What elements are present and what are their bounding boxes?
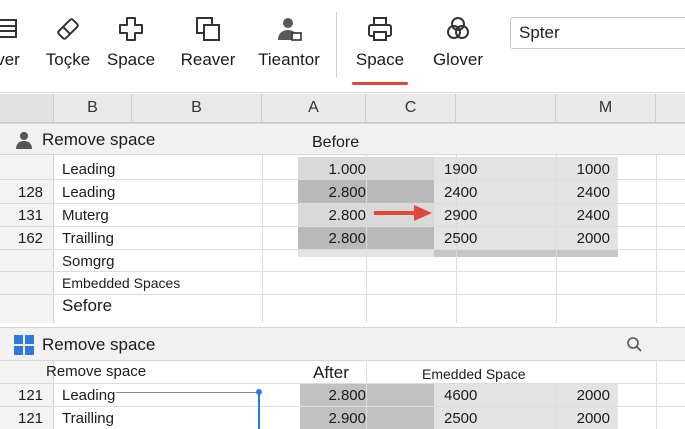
- ribbon-button-space[interactable]: Space: [104, 14, 158, 78]
- select-all-corner[interactable]: [0, 94, 54, 122]
- column-header-a[interactable]: A: [262, 94, 366, 122]
- row-number: 162: [18, 230, 44, 247]
- row-number: 121: [18, 410, 44, 427]
- grid-line: [0, 179, 685, 180]
- cell-c[interactable]: 2900: [444, 207, 477, 224]
- ribbon-button-ver[interactable]: ver: [0, 14, 30, 78]
- cell-a[interactable]: 2.800: [300, 387, 366, 404]
- grid-line: [366, 155, 367, 323]
- after-label: After: [313, 363, 349, 382]
- ribbon-separator: [336, 12, 337, 78]
- row-label[interactable]: Leading: [62, 184, 115, 201]
- grid-line: [0, 226, 685, 227]
- shade-block: [434, 249, 618, 257]
- printer-icon: [365, 14, 395, 44]
- section-bar-remove-space-2: Remove space: [0, 327, 685, 361]
- ribbon-button-space-active[interactable]: Space: [352, 14, 408, 78]
- grid-line: [0, 271, 685, 272]
- grid-line: [0, 383, 685, 384]
- subtitle: Remove space: [46, 363, 147, 380]
- embedded-label: Emedded Space: [422, 366, 526, 382]
- text-cell[interactable]: Somgrg: [62, 253, 115, 270]
- user-icon: [14, 131, 34, 154]
- eraser-icon: [53, 14, 83, 44]
- column-header-row: B B A C M: [0, 94, 685, 123]
- cell-a[interactable]: 2.800: [298, 230, 366, 247]
- column-header-extra[interactable]: [656, 94, 685, 122]
- text-cell[interactable]: Embedded Spaces: [62, 275, 180, 291]
- grid-line: [366, 361, 367, 429]
- grid-line: [262, 155, 263, 323]
- connector-line-vertical: [258, 392, 260, 429]
- column-header-c[interactable]: C: [366, 94, 456, 122]
- cell-a[interactable]: 2.800: [298, 184, 366, 201]
- before-label: Before: [312, 134, 360, 151]
- section-title: Remove space: [42, 130, 156, 149]
- cell-a[interactable]: 2.900: [300, 410, 366, 427]
- ribbon-button-tieantor[interactable]: Tieantor: [254, 14, 324, 78]
- column-header-b2[interactable]: B: [132, 94, 262, 122]
- cell-m[interactable]: 2000: [556, 387, 610, 404]
- grid-line: [0, 294, 685, 295]
- column-header-m[interactable]: M: [556, 94, 656, 122]
- windows-icon: [14, 335, 34, 360]
- cell-c[interactable]: 2400: [444, 184, 477, 201]
- row-label[interactable]: Leading: [62, 387, 115, 404]
- cell-c[interactable]: 2500: [444, 410, 477, 427]
- grid-line: [0, 249, 685, 250]
- section-bar-remove-space: Remove space Before: [0, 123, 685, 155]
- ribbon-button-tocke[interactable]: Toçke: [44, 14, 92, 78]
- cell-a[interactable]: 2.800: [298, 207, 366, 224]
- cell-a[interactable]: 1.000: [298, 161, 366, 178]
- cell-m[interactable]: 2400: [556, 184, 610, 201]
- grid-line: [656, 155, 657, 323]
- ribbon-button-reaver[interactable]: Reaver: [178, 14, 238, 78]
- ribbon-button-glover[interactable]: Glover: [428, 14, 488, 78]
- row-label[interactable]: Leading: [62, 161, 115, 178]
- search-icon[interactable]: [626, 336, 642, 357]
- active-tab-indicator: [352, 82, 408, 85]
- text-cell[interactable]: Sefore: [62, 296, 112, 316]
- copy-window-icon: [193, 14, 223, 44]
- row-number: 121: [18, 387, 44, 404]
- grid-section-2: Remove space After Emedded Space 121 Lea…: [0, 361, 685, 429]
- row-label[interactable]: Trailling: [62, 230, 114, 247]
- cell-m[interactable]: 2000: [556, 230, 610, 247]
- row-number: 131: [18, 207, 44, 224]
- table-icon: [0, 14, 21, 44]
- column-header-b1[interactable]: B: [54, 94, 132, 122]
- cell-m[interactable]: 2400: [556, 207, 610, 224]
- connector-line: [116, 392, 260, 393]
- column-header-blank[interactable]: [456, 94, 556, 122]
- section-title: Remove space: [42, 335, 156, 354]
- right-arrow-icon: [374, 205, 432, 226]
- row-number: 128: [18, 184, 44, 201]
- cell-c[interactable]: 1900: [444, 161, 477, 178]
- cell-c[interactable]: 4600: [444, 387, 477, 404]
- cell-m[interactable]: 1000: [556, 161, 610, 178]
- grid-line: [0, 203, 685, 204]
- cell-c[interactable]: 2500: [444, 230, 477, 247]
- circles-icon: [443, 14, 473, 44]
- row-label[interactable]: Muterg: [62, 207, 109, 224]
- grid-line: [0, 406, 685, 407]
- row-label[interactable]: Trailling: [62, 410, 114, 427]
- search-input[interactable]: [510, 17, 685, 49]
- plus-shape-icon: [116, 14, 146, 44]
- ribbon-toolbar: ver Toçke Space Reaver Tieantor Space Gl…: [0, 0, 685, 93]
- user-icon: [274, 14, 304, 44]
- grid-line: [656, 361, 657, 429]
- cell-m[interactable]: 2000: [556, 410, 610, 427]
- grid-section-1: Leading 1.000 1900 1000 128 Leading 2.80…: [0, 155, 685, 323]
